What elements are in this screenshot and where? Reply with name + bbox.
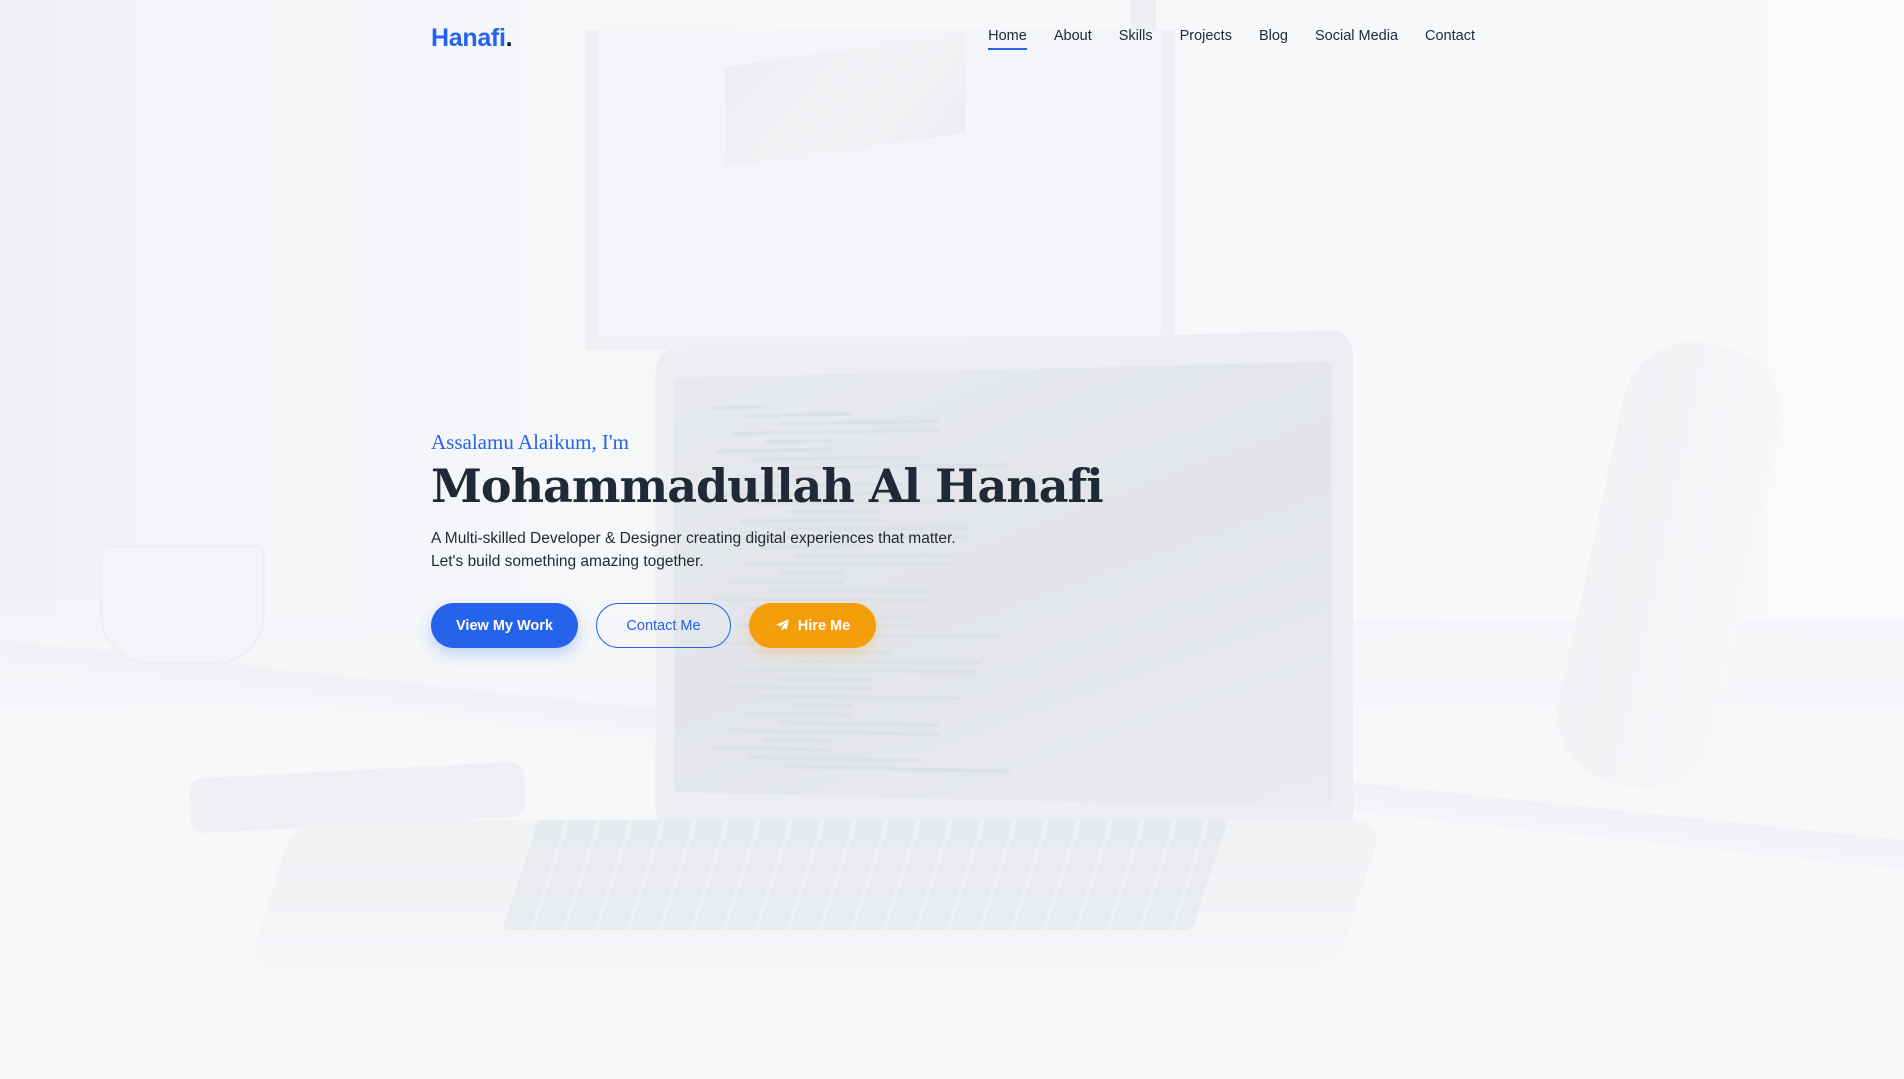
hero-name: Mohammadullah Al Hanafi [431, 459, 1104, 513]
view-work-button[interactable]: View My Work [431, 603, 578, 648]
paper-plane-icon [776, 619, 789, 632]
hire-me-label: Hire Me [797, 617, 851, 634]
hero-buttons: View My Work Contact Me Hire Me [431, 603, 1131, 648]
navbar: Hanafi. Home About Skills Projects Blog … [431, 22, 1475, 54]
contact-me-button[interactable]: Contact Me [596, 603, 731, 648]
nav-item-social-media[interactable]: Social Media [1315, 28, 1398, 48]
nav-item-contact[interactable]: Contact [1425, 28, 1475, 48]
brand-name: Hanafi [431, 23, 506, 52]
hire-me-button[interactable]: Hire Me [749, 603, 876, 648]
nav-item-projects[interactable]: Projects [1180, 28, 1232, 48]
brand-logo[interactable]: Hanafi. [431, 23, 513, 53]
hero-greeting: Assalamu Alaikum, I'm [431, 430, 630, 454]
hero-description: A Multi-skilled Developer & Designer cre… [431, 530, 956, 570]
nav-item-home[interactable]: Home [988, 28, 1027, 50]
hero-section: Assalamu Alaikum, I'm Mohammadullah Al H… [431, 430, 1131, 648]
brand-dot: . [505, 23, 513, 52]
nav-item-about[interactable]: About [1054, 28, 1092, 48]
nav-item-blog[interactable]: Blog [1259, 28, 1288, 48]
nav-menu: Home About Skills Projects Blog Social M… [988, 28, 1475, 50]
nav-item-skills[interactable]: Skills [1119, 28, 1153, 48]
